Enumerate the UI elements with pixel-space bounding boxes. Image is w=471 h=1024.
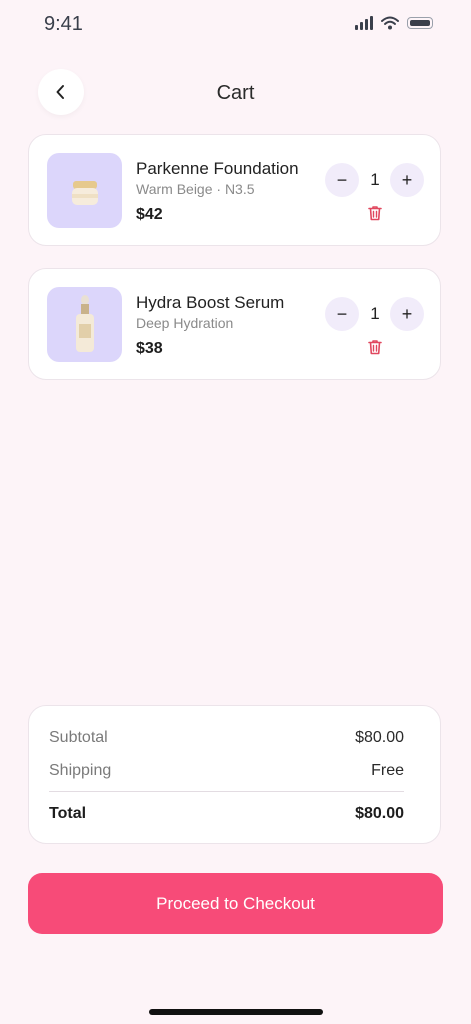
quantity-value: 1 xyxy=(370,170,380,189)
checkout-button[interactable]: Proceed to Checkout xyxy=(28,873,443,934)
item-variant: Warm Beige · N3.5 xyxy=(136,181,255,197)
status-time: 9:41 xyxy=(44,13,83,35)
status-icons xyxy=(355,16,433,30)
subtotal-value: $80.00 xyxy=(355,729,404,746)
item-variant: Deep Hydration xyxy=(136,315,234,331)
item-price: $38 xyxy=(136,340,163,357)
shipping-value: Free xyxy=(371,762,404,779)
quantity-value: 1 xyxy=(370,304,380,323)
cart-item: Parkenne Foundation Warm Beige · N3.5 $4… xyxy=(28,134,441,246)
product-image xyxy=(47,153,122,228)
cream-jar-icon xyxy=(71,180,98,205)
subtotal-row: Subtotal $80.00 xyxy=(49,729,404,747)
wifi-icon xyxy=(381,16,399,30)
page-title: Cart xyxy=(216,82,255,104)
cart-item: Hydra Boost Serum Deep Hydration $38 − 1… xyxy=(28,268,441,380)
increase-quantity-button[interactable]: + xyxy=(390,297,424,331)
total-label: Total xyxy=(49,805,87,822)
serum-bottle-icon xyxy=(75,294,94,352)
trash-icon[interactable] xyxy=(366,338,384,356)
signal-icon xyxy=(355,16,373,30)
total-row: Total $80.00 xyxy=(49,805,404,823)
total-value: $80.00 xyxy=(355,805,404,822)
home-indicator xyxy=(149,1009,323,1015)
decrease-quantity-button[interactable]: − xyxy=(325,163,359,197)
order-summary: Subtotal $80.00 Shipping Free Total $80.… xyxy=(28,705,441,844)
summary-divider xyxy=(49,791,404,792)
trash-icon[interactable] xyxy=(366,204,384,222)
item-name: Parkenne Foundation xyxy=(136,159,299,178)
item-price: $42 xyxy=(136,206,163,223)
product-image xyxy=(47,287,122,362)
shipping-label: Shipping xyxy=(49,762,112,779)
battery-icon xyxy=(407,17,433,29)
increase-quantity-button[interactable]: + xyxy=(390,163,424,197)
shipping-row: Shipping Free xyxy=(49,762,404,780)
item-name: Hydra Boost Serum xyxy=(136,293,285,312)
decrease-quantity-button[interactable]: − xyxy=(325,297,359,331)
subtotal-label: Subtotal xyxy=(49,729,108,746)
status-bar: 9:41 xyxy=(0,0,471,50)
